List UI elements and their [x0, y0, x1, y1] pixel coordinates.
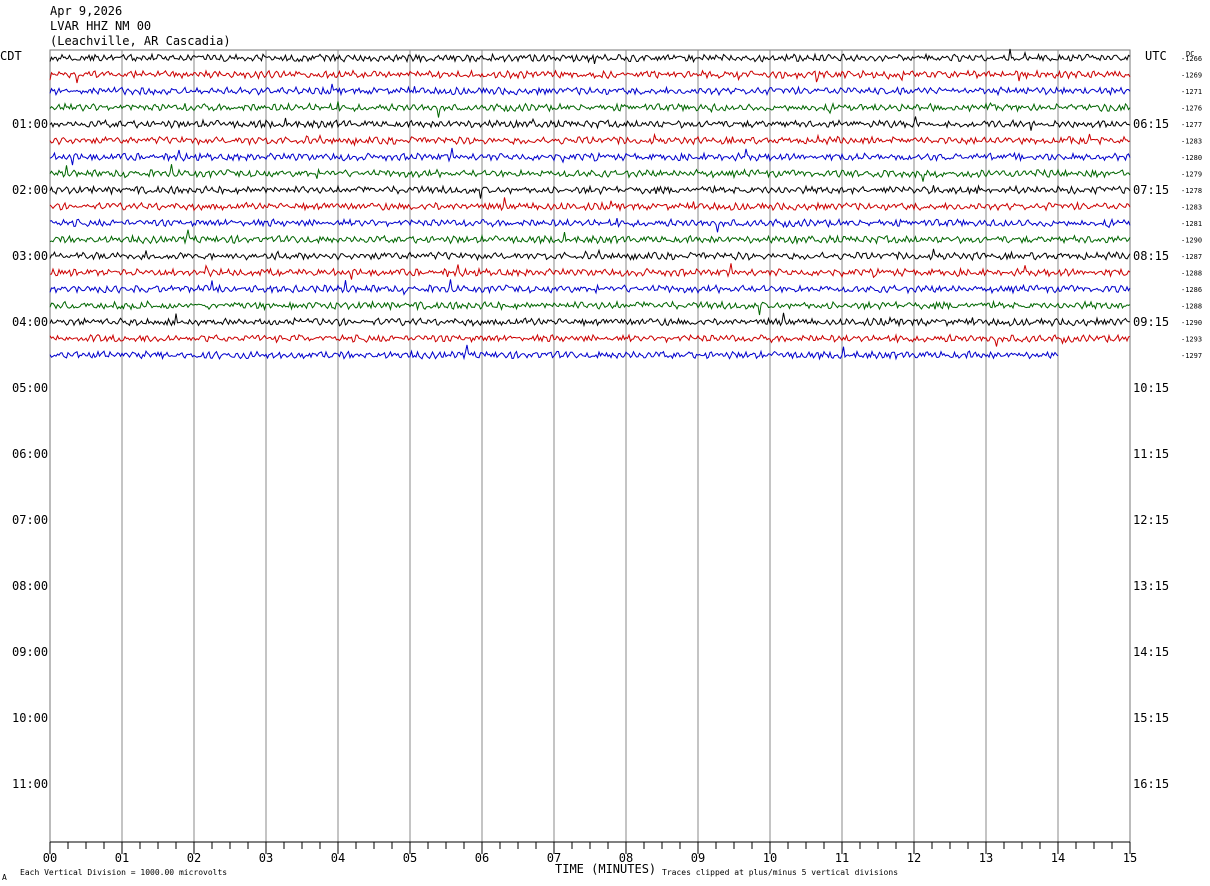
corner-mark: A [2, 873, 7, 882]
dc-offset-label: -1266 [1181, 55, 1202, 63]
x-tick-label: 05 [403, 851, 417, 865]
trace-line [49, 132, 1131, 147]
x-tick-label: 11 [835, 851, 849, 865]
x-tick-label: 14 [1051, 851, 1065, 865]
trace-line [49, 279, 1131, 296]
cdt-hour-label: 03:00 [12, 249, 48, 263]
dc-offset-label: -1276 [1181, 105, 1202, 113]
x-tick-label: 09 [691, 851, 705, 865]
utc-hour-label: 13:15 [1133, 579, 1169, 593]
trace-line [49, 263, 1131, 280]
cdt-hour-label: 07:00 [12, 513, 48, 527]
utc-hour-label: 09:15 [1133, 315, 1169, 329]
cdt-hour-label: 10:00 [12, 711, 48, 725]
x-tick-label: 03 [259, 851, 273, 865]
plot-frame [49, 49, 1131, 843]
trace-line [49, 48, 1131, 65]
dc-offset-label: -1288 [1181, 270, 1202, 278]
dc-offset-label: -1293 [1181, 336, 1202, 344]
utc-hour-label: 14:15 [1133, 645, 1169, 659]
x-tick-label: 00 [43, 851, 57, 865]
utc-hour-label: 16:15 [1133, 777, 1169, 791]
trace-line [49, 184, 1131, 199]
dc-offset-label: -1288 [1181, 303, 1202, 311]
utc-hour-label: 07:15 [1133, 183, 1169, 197]
x-tick-label: 15 [1123, 851, 1137, 865]
dc-offset-label: -1283 [1181, 204, 1202, 212]
dc-offset-label: -1287 [1181, 253, 1202, 261]
x-tick-label: 04 [331, 851, 345, 865]
cdt-hour-label: 05:00 [12, 381, 48, 395]
cdt-hour-label: 02:00 [12, 183, 48, 197]
utc-hour-label: 06:15 [1133, 117, 1169, 131]
trace-line [49, 229, 1131, 245]
cdt-hour-label: 01:00 [12, 117, 48, 131]
trace-line [49, 116, 1131, 131]
trace-line [49, 69, 1131, 84]
utc-hour-label: 08:15 [1133, 249, 1169, 263]
utc-hour-label: 15:15 [1133, 711, 1169, 725]
x-tick-label: 10 [763, 851, 777, 865]
dc-offset-label: -1279 [1181, 171, 1202, 179]
clip-note: Traces clipped at plus/minus 5 vertical … [662, 868, 899, 877]
dc-offset-label: -1280 [1181, 154, 1202, 162]
dc-offset-label: -1277 [1181, 121, 1202, 129]
cdt-hour-label: 06:00 [12, 447, 48, 461]
utc-hour-label: 12:15 [1133, 513, 1169, 527]
x-tick-label: 13 [979, 851, 993, 865]
scale-note: Each Vertical Division = 1000.00 microvo… [20, 868, 228, 877]
seismogram-plot: 00 01 02 03 04 05 06 07 08 09 10 11 12 13 14 1501:0002:… [12, 48, 1202, 865]
x-tick-label: 01 [115, 851, 129, 865]
trace-line [49, 299, 1131, 316]
x-tick-label: 02 [187, 851, 201, 865]
cdt-hour-label: 11:00 [12, 777, 48, 791]
cdt-hour-label: 04:00 [12, 315, 48, 329]
trace-line [49, 101, 1131, 118]
trace-line [49, 248, 1131, 262]
dc-offset-label: -1281 [1181, 220, 1202, 228]
x-tick-label: 06 [475, 851, 489, 865]
utc-hour-label: 10:15 [1133, 381, 1169, 395]
cdt-hour-label: 09:00 [12, 645, 48, 659]
trace-line [49, 217, 1131, 233]
trace-line [49, 197, 1131, 212]
x-axis-title: TIME (MINUTES) [555, 862, 657, 876]
dc-offset-label: -1271 [1181, 88, 1202, 96]
dc-offset-label: -1286 [1181, 286, 1202, 294]
dc-offset-label: -1290 [1181, 319, 1202, 327]
dc-offset-label: -1278 [1181, 187, 1202, 195]
trace-line [49, 147, 1131, 166]
dc-offset-label: -1297 [1181, 352, 1202, 360]
utc-hour-label: 11:15 [1133, 447, 1169, 461]
trace-line [49, 83, 1131, 97]
dc-offset-label: -1269 [1181, 72, 1202, 80]
trace-line [49, 164, 1131, 182]
cdt-hour-label: 08:00 [12, 579, 48, 593]
dc-offset-label: -1290 [1181, 237, 1202, 245]
trace-line [49, 333, 1131, 347]
trace-line [49, 312, 1131, 328]
x-tick-label: 12 [907, 851, 921, 865]
dc-offset-label: -1283 [1181, 138, 1202, 146]
